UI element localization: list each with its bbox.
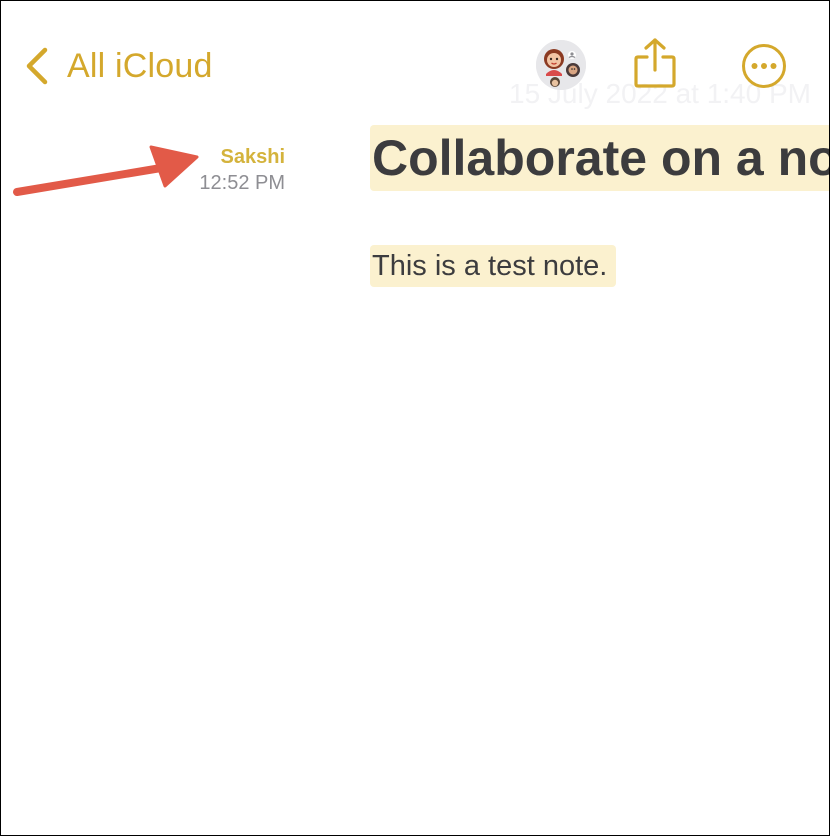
- collaborator-avatars-icon: [536, 40, 586, 94]
- chevron-left-icon: [25, 46, 49, 86]
- note-title[interactable]: Collaborate on a note: [370, 125, 829, 191]
- back-button[interactable]: All iCloud: [25, 43, 213, 89]
- back-label: All iCloud: [67, 46, 213, 85]
- share-button[interactable]: [633, 37, 677, 89]
- more-button[interactable]: [741, 43, 787, 89]
- note-body[interactable]: This is a test note.: [370, 245, 617, 287]
- notes-screen: All iCloud 15 July 2022 at 1:40 PM Saksh…: [0, 0, 830, 836]
- ellipsis-circle-icon: [741, 44, 787, 93]
- highlight-time: 12:52 PM: [199, 172, 285, 194]
- share-icon: [633, 38, 677, 93]
- arrow-annotation: [11, 141, 206, 208]
- highlight-author: Sakshi: [220, 146, 285, 168]
- collaborators-button[interactable]: [536, 40, 586, 90]
